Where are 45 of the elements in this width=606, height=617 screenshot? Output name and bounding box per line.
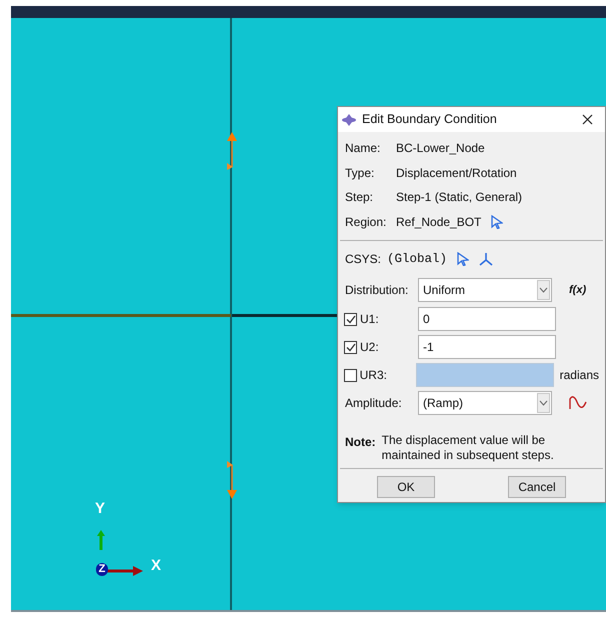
- field-value: Ref_Node_BOT: [396, 214, 482, 231]
- field-value: Displacement/Rotation: [396, 164, 517, 182]
- x-axis-arrow-icon: [107, 566, 143, 576]
- chevron-down-icon: [537, 393, 550, 413]
- input-field[interactable]: -1: [418, 335, 556, 359]
- app-icon: [342, 114, 356, 126]
- field-value: BC-Lower_Node: [396, 140, 485, 158]
- field-value: (Global): [387, 250, 448, 268]
- unit-label: radians: [560, 367, 599, 384]
- checkbox[interactable]: [344, 340, 357, 354]
- input-field[interactable]: [416, 363, 554, 387]
- close-icon[interactable]: [582, 114, 593, 125]
- field-value: Step-1 (Static, General): [396, 189, 522, 206]
- note-label: Note:: [345, 434, 376, 451]
- field-label: CSYS:: [345, 251, 382, 268]
- field-label: Type:: [345, 164, 376, 182]
- boundary-condition-arrow-icon: [227, 461, 237, 499]
- field-label: Amplitude:: [345, 395, 403, 412]
- pointer-arrow-icon[interactable]: [457, 252, 470, 266]
- field-label: Distribution:: [345, 282, 410, 299]
- dialog-button[interactable]: Cancel: [508, 476, 566, 498]
- field-label: Name:: [345, 140, 382, 158]
- dropdown[interactable]: Uniform: [418, 278, 552, 302]
- pointer-arrow-icon[interactable]: [491, 214, 504, 229]
- boundary-condition-arrow-icon: [227, 132, 237, 170]
- sine-wave-icon[interactable]: [569, 396, 587, 410]
- field-label: Step:: [345, 189, 374, 206]
- input-field[interactable]: 0: [418, 307, 556, 331]
- y-axis-arrow-icon: [97, 530, 105, 550]
- field-label: U1:: [360, 311, 380, 328]
- dialog-button[interactable]: OK: [377, 476, 435, 498]
- chevron-down-icon: [537, 280, 550, 300]
- field-label: Region:: [345, 214, 388, 231]
- checkbox[interactable]: [344, 312, 357, 326]
- note-text: The displacement value will be maintained in subsequent steps.: [382, 433, 555, 463]
- field-label: UR3:: [360, 367, 388, 384]
- dropdown[interactable]: (Ramp): [418, 391, 552, 415]
- axis-label: X: [151, 558, 162, 573]
- axis-label: Y: [95, 501, 106, 516]
- axis-label: Z: [96, 563, 108, 576]
- coordinate-axes-icon[interactable]: [479, 252, 494, 266]
- window-title: Edit Boundary Condition: [362, 111, 498, 128]
- checkbox[interactable]: [344, 368, 357, 382]
- field-label: U2:: [360, 339, 380, 356]
- function-button[interactable]: f(x): [569, 282, 586, 298]
